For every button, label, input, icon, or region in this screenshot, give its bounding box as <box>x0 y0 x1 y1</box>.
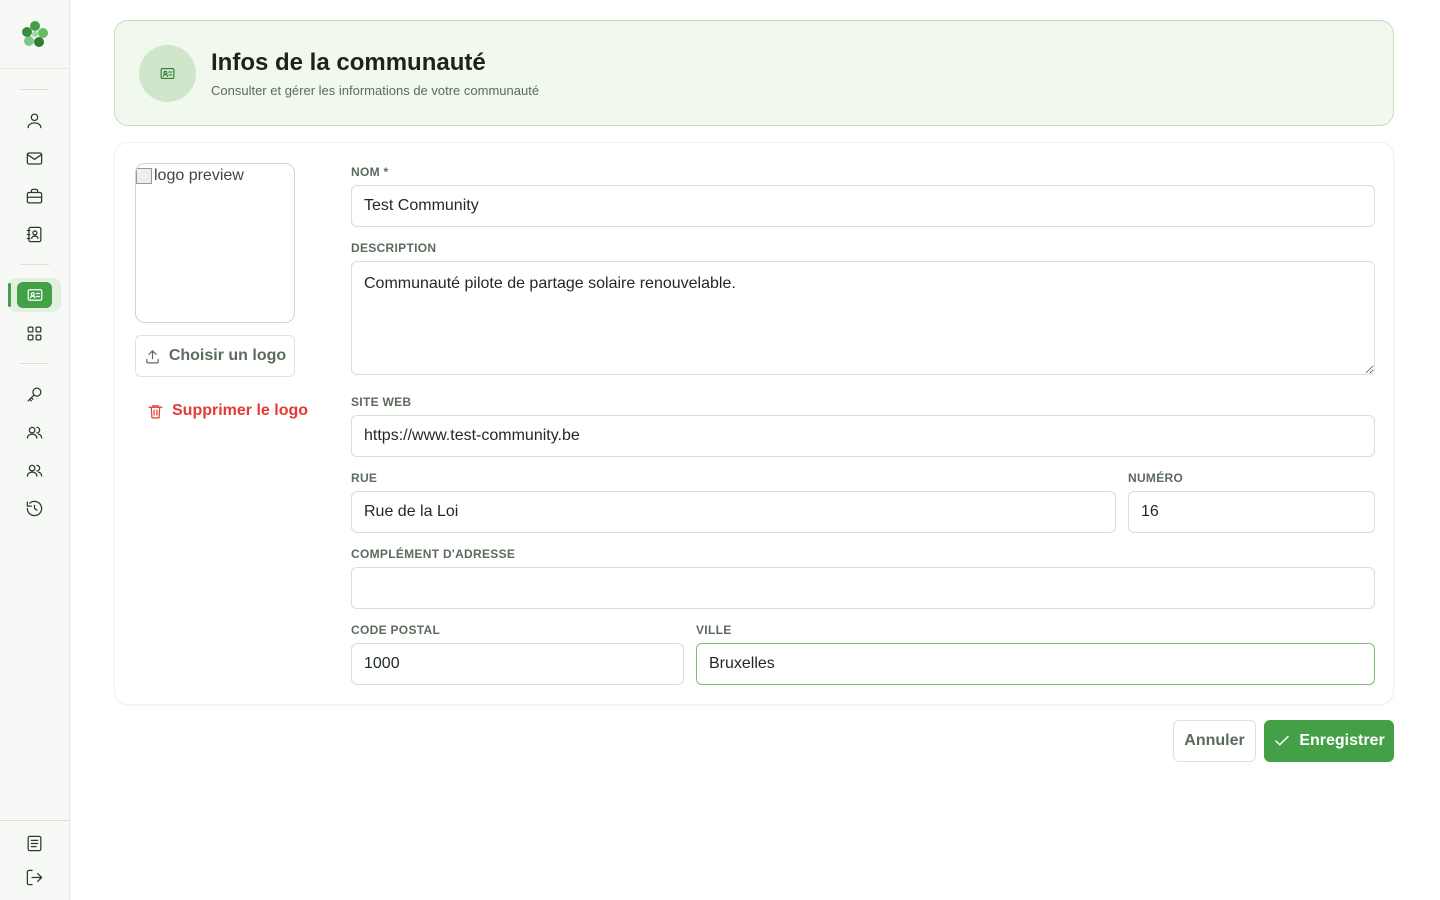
save-label: Enregistrer <box>1299 732 1385 749</box>
website-input[interactable] <box>351 415 1375 457</box>
document-icon <box>27 835 41 851</box>
sidebar <box>0 0 70 900</box>
cancel-button[interactable]: Annuler <box>1173 720 1256 762</box>
page-header: Infos de la communauté Consulter et gére… <box>114 20 1394 126</box>
user-icon <box>27 113 41 128</box>
sidebar-item-grid[interactable] <box>20 319 48 347</box>
description-textarea[interactable]: Communauté pilote de partage solaire ren… <box>351 261 1375 375</box>
mail-icon <box>26 151 42 165</box>
briefcase-icon <box>26 188 42 203</box>
sidebar-item-members[interactable] <box>20 418 48 446</box>
sidebar-item-user[interactable] <box>20 106 48 134</box>
users-icon <box>26 464 42 477</box>
delete-logo-button[interactable]: Supprimer le logo <box>147 399 308 423</box>
sidebar-divider <box>20 89 49 90</box>
key-icon <box>27 387 41 401</box>
sidebar-item-logout[interactable] <box>20 863 48 891</box>
users-icon <box>26 426 42 439</box>
logo-preview-alt-text: logo preview <box>154 167 244 184</box>
sidebar-item-contacts[interactable] <box>20 220 48 248</box>
history-icon <box>26 500 42 516</box>
trash-icon <box>148 404 163 418</box>
grid-icon <box>27 326 41 340</box>
sidebar-item-briefcase[interactable] <box>20 182 48 210</box>
city-input[interactable] <box>696 643 1375 685</box>
street-label: RUE <box>351 471 378 485</box>
sidebar-divider <box>20 264 49 265</box>
sidebar-divider <box>20 363 49 364</box>
id-card-icon <box>160 67 175 80</box>
id-card-icon <box>27 289 42 301</box>
active-nav-button[interactable] <box>17 282 52 308</box>
description-label: DESCRIPTION <box>351 241 437 255</box>
header-badge <box>139 45 196 102</box>
choose-logo-button[interactable]: Choisir un logo <box>135 335 295 377</box>
name-input[interactable] <box>351 185 1375 227</box>
number-label: NUMÉRO <box>1128 471 1184 485</box>
broken-image-icon <box>136 168 152 184</box>
number-input[interactable] <box>1128 491 1375 533</box>
delete-logo-label: Supprimer le logo <box>172 402 309 419</box>
postal-code-input[interactable] <box>351 643 684 685</box>
sidebar-item-documents[interactable] <box>20 829 48 857</box>
city-label: VILLE <box>696 623 732 637</box>
save-button[interactable]: Enregistrer <box>1264 720 1394 762</box>
logo-preview-alt: logo preview <box>136 167 244 185</box>
postal-code-label: CODE POSTAL <box>351 623 441 637</box>
website-label: SITE WEB <box>351 395 412 409</box>
name-label: NOM * <box>351 165 389 179</box>
brand-logo[interactable] <box>0 0 69 69</box>
check-icon <box>1275 735 1290 746</box>
active-indicator <box>8 283 11 307</box>
address-complement-label: COMPLÉMENT D'ADRESSE <box>351 547 516 561</box>
contact-book-icon <box>26 226 41 242</box>
clover-logo-icon <box>21 21 48 47</box>
street-input[interactable] <box>351 491 1116 533</box>
sidebar-item-mail[interactable] <box>20 144 48 172</box>
upload-icon <box>146 349 159 363</box>
sidebar-item-community-info[interactable] <box>8 278 61 312</box>
logout-icon <box>26 869 42 885</box>
community-form-card: logo preview Choisir un logo Supprimer l… <box>114 142 1394 705</box>
sidebar-item-history[interactable] <box>20 494 48 522</box>
sidebar-footer-divider <box>0 820 69 821</box>
choose-logo-label: Choisir un logo <box>168 347 287 364</box>
address-complement-input[interactable] <box>351 567 1375 609</box>
sidebar-item-groups[interactable] <box>20 456 48 484</box>
page-subtitle: Consulter et gérer les informations de v… <box>211 83 540 98</box>
page-title: Infos de la communauté <box>211 49 486 76</box>
sidebar-item-key[interactable] <box>20 380 48 408</box>
logo-preview: logo preview <box>135 163 295 323</box>
